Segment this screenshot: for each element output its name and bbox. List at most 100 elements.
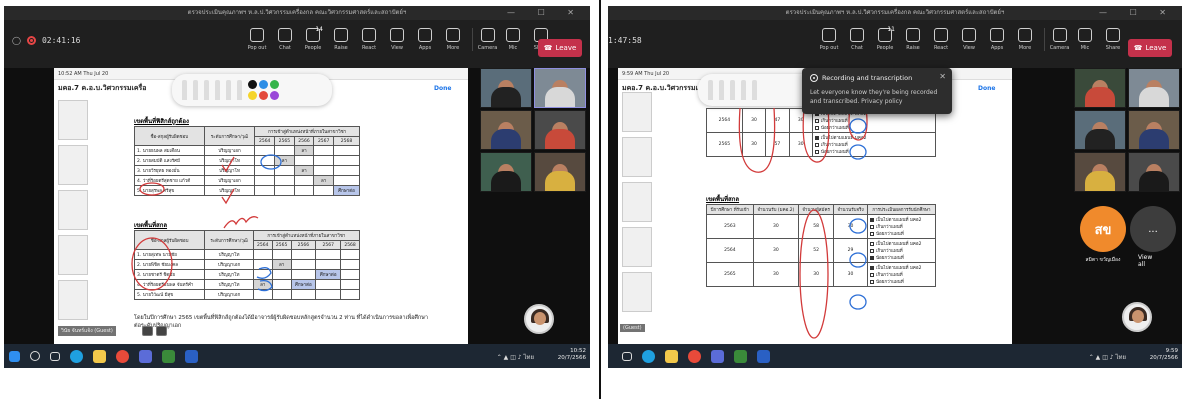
task-view-icon[interactable] (622, 351, 632, 361)
raise-button[interactable]: Raise (900, 28, 926, 51)
blue-circle (256, 267, 272, 279)
pop-out-button[interactable]: Pop out (244, 28, 270, 51)
participant-video[interactable] (534, 110, 586, 150)
participant-avatar[interactable]: สข (1080, 206, 1126, 252)
chat-icon (278, 28, 292, 42)
meeting-status: 1:47:58 (608, 36, 642, 45)
toolbar-label: Camera (477, 45, 498, 51)
react-button[interactable]: React (356, 28, 382, 51)
windows-start-icon[interactable] (9, 350, 20, 362)
window-title-bar: ตรวจประเมินคุณภาพฯ ห.ล.ป.วิศวกรรมเครื่อง… (608, 6, 1182, 20)
participant-video[interactable] (1128, 152, 1180, 192)
edge-icon[interactable] (70, 349, 83, 363)
view-icon (390, 28, 404, 42)
view-button[interactable]: View (956, 28, 982, 51)
system-clock[interactable]: 9:59 20/7/2566 (1150, 348, 1178, 362)
check-mark (221, 156, 235, 173)
clock-date: 20/7/2566 (1149, 355, 1178, 361)
toolbar-label: People (304, 45, 322, 51)
chrome-icon[interactable] (688, 349, 701, 363)
more-button[interactable]: More (440, 28, 466, 51)
participant-video[interactable] (1074, 152, 1126, 192)
view-all-link[interactable]: View all (1138, 254, 1152, 268)
file-explorer-icon[interactable] (665, 349, 678, 363)
toolbar-buttons: Pop out Chat 11 People Raise React View Apps Mor… (816, 26, 1126, 51)
more-button[interactable]: More (1012, 28, 1038, 51)
share-button[interactable]: Share (1100, 28, 1126, 51)
minimize-icon[interactable] (142, 326, 153, 336)
file-explorer-icon[interactable] (93, 349, 106, 363)
people-button[interactable]: 11 People (872, 26, 898, 51)
participant-video[interactable] (1074, 110, 1126, 150)
participant-video[interactable] (480, 110, 532, 150)
plus-icon[interactable] (156, 326, 167, 336)
participant-video[interactable] (534, 152, 586, 192)
popup-text[interactable]: Let everyone know they're being recorded… (810, 88, 944, 106)
raise-button[interactable]: Raise (328, 28, 354, 51)
view-button[interactable]: View (384, 28, 410, 51)
people-icon: 14 (306, 26, 323, 42)
system-tray-icons[interactable]: ⌃ ▲ ◫ ♪ ไทย (497, 352, 534, 362)
popup-title: Recording and transcription (822, 74, 913, 82)
blue-circle (849, 144, 867, 160)
system-tray-icons[interactable]: ⌃ ▲ ◫ ♪ ไทย (1089, 352, 1126, 362)
pip-controls[interactable] (142, 326, 167, 336)
participant-video[interactable] (1074, 68, 1126, 108)
search-icon[interactable] (30, 351, 40, 361)
more-icon (1018, 28, 1032, 42)
phone-icon: ☎ (1133, 44, 1143, 52)
excel-icon[interactable] (162, 349, 175, 363)
participant-video[interactable] (1128, 68, 1180, 108)
close-icon[interactable]: ✕ (939, 72, 946, 81)
word-icon[interactable] (185, 349, 198, 363)
meeting-stage: 10:52 AM Thu Jul 20 มคอ.7 ค.อ.บ.วิศวกรรม… (4, 68, 590, 344)
leave-button[interactable]: ☎ Leave (538, 39, 582, 57)
participant-video[interactable] (480, 152, 532, 192)
people-button[interactable]: 14 People (300, 26, 326, 51)
self-video[interactable] (524, 304, 554, 334)
chat-button[interactable]: Chat (272, 28, 298, 51)
apps-icon (990, 28, 1004, 42)
participant-video[interactable] (1128, 110, 1180, 150)
chrome-icon[interactable] (116, 349, 129, 363)
popup-title-row: Recording and transcription (810, 74, 944, 82)
teams-icon[interactable] (139, 349, 152, 363)
divider-line (599, 0, 601, 399)
toolbar-label: Share (1105, 45, 1121, 51)
mic-button[interactable]: Mic (1072, 28, 1098, 51)
toolbar-label: More (1018, 45, 1032, 51)
apps-button[interactable]: Apps (984, 28, 1010, 51)
windows-taskbar: ⌃ ▲ ◫ ♪ ไทย 10:52 20/7/2566 (4, 344, 590, 368)
self-video[interactable] (1122, 302, 1152, 332)
word-icon[interactable] (757, 349, 770, 363)
toolbar-buttons: Pop out Chat 14 People Raise React View Apps Mor… (244, 26, 554, 51)
camera-icon (1052, 28, 1067, 42)
more-participants-button[interactable]: ... (1130, 206, 1176, 252)
camera-button[interactable]: Camera (1044, 28, 1070, 51)
participant-video[interactable] (534, 68, 586, 108)
window-controls[interactable]: — ☐ ✕ (1099, 6, 1176, 20)
raise-hand-icon (906, 28, 920, 42)
participant-video[interactable] (480, 68, 532, 108)
react-button[interactable]: React (928, 28, 954, 51)
task-view-icon[interactable] (50, 351, 60, 361)
toolbar-label: React (933, 45, 949, 51)
toolbar-label: Pop out (819, 45, 839, 51)
pop-out-button[interactable]: Pop out (816, 28, 842, 51)
system-clock[interactable]: 10:52 20/7/2566 (558, 348, 586, 362)
leave-button[interactable]: ☎ Leave (1128, 39, 1172, 57)
recording-icon (26, 36, 36, 45)
edge-icon[interactable] (642, 349, 655, 363)
window-controls[interactable]: — ☐ ✕ (507, 6, 584, 20)
mic-icon (506, 28, 520, 42)
apps-button[interactable]: Apps (412, 28, 438, 51)
camera-button[interactable]: Camera (472, 28, 498, 51)
mic-button[interactable]: Mic (500, 28, 526, 51)
react-icon (362, 28, 376, 42)
apps-icon (418, 28, 432, 42)
chat-button[interactable]: Chat (844, 28, 870, 51)
excel-icon[interactable] (734, 349, 747, 363)
leave-label: Leave (1145, 44, 1167, 52)
teams-icon[interactable] (711, 349, 724, 363)
shared-screen: 10:52 AM Thu Jul 20 มคอ.7 ค.อ.บ.วิศวกรรม… (54, 68, 468, 344)
